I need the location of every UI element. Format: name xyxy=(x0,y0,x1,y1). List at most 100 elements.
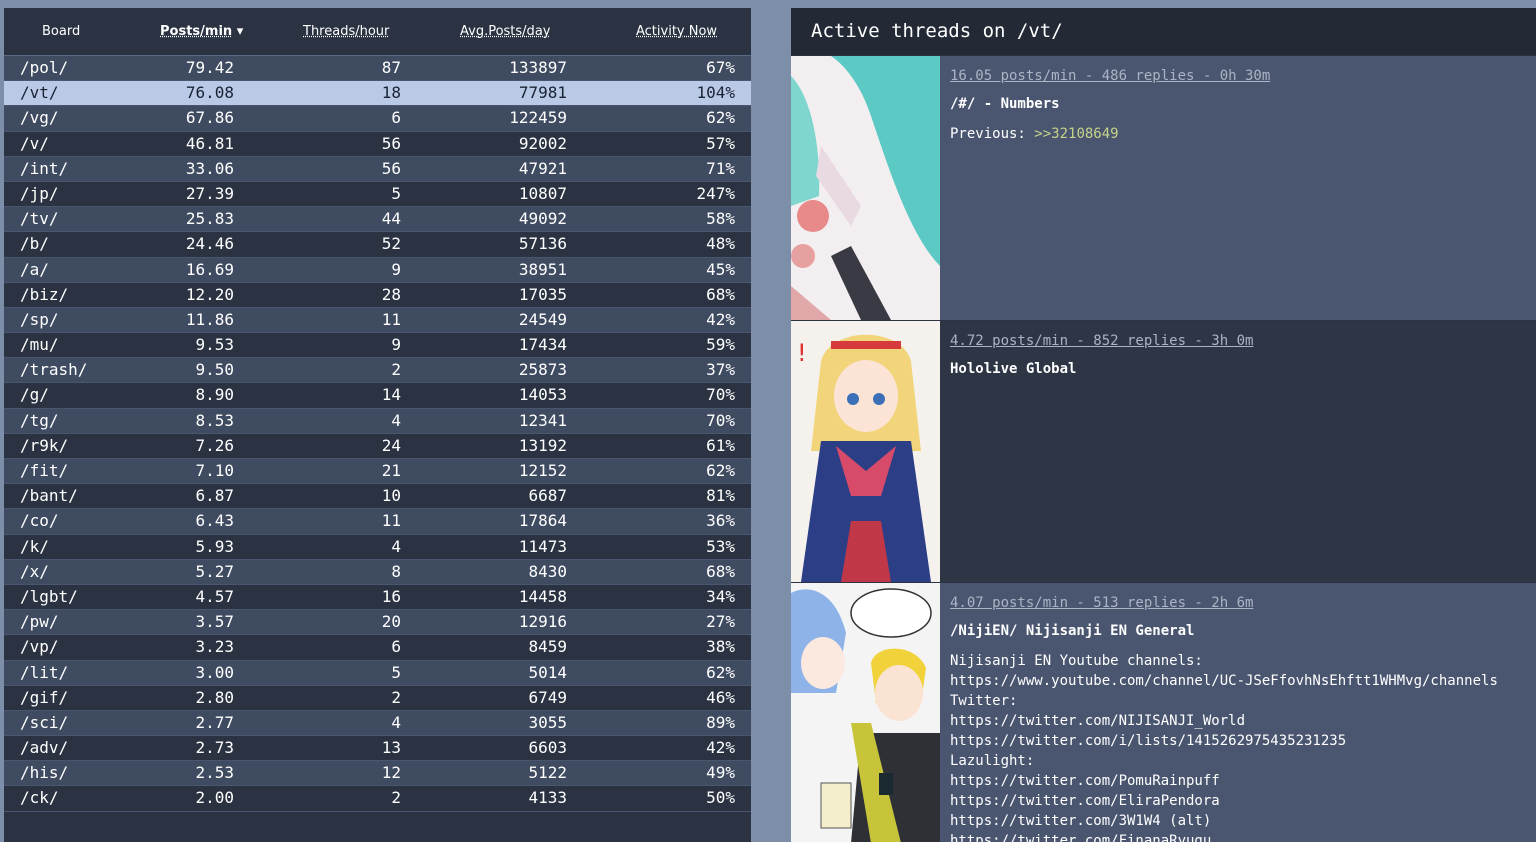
board-link[interactable]: /r9k/ xyxy=(20,436,68,455)
board-link[interactable]: /vt/ xyxy=(20,84,59,102)
board-link[interactable]: /jp/ xyxy=(20,184,59,203)
svg-text:!: ! xyxy=(797,339,807,367)
activity-now-cell: 57% xyxy=(706,133,735,153)
board-link[interactable]: /ck/ xyxy=(20,789,59,807)
posts-per-min-cell: 8.53 xyxy=(195,410,234,430)
board-link[interactable]: /tg/ xyxy=(20,411,59,430)
avg-posts-per-day-cell: 12916 xyxy=(518,612,567,632)
avg-posts-per-day-cell: 38951 xyxy=(518,259,567,279)
posts-per-min-cell: 24.46 xyxy=(185,234,234,254)
table-row[interactable]: /mu/9.53 9 17434 59% xyxy=(4,333,751,359)
threads-per-hour-cell: 11 xyxy=(381,309,401,329)
thread-stats-link[interactable]: 16.05 posts/min - 486 replies - 0h 30m xyxy=(950,68,1270,84)
table-row[interactable]: /int/33.06 56 47921 71% xyxy=(4,156,751,182)
board-link[interactable]: /gif/ xyxy=(20,688,68,707)
table-row[interactable]: /trash/9.50 2 25873 37% xyxy=(4,358,751,384)
board-link[interactable]: /biz/ xyxy=(20,285,68,304)
board-link[interactable]: /his/ xyxy=(20,764,68,782)
header-activity-now[interactable]: Activity Now xyxy=(636,24,717,39)
header-board[interactable]: Board xyxy=(42,24,80,39)
table-row[interactable]: /pol/79.42 87 133897 67% xyxy=(4,56,751,82)
posts-per-min-cell: 9.53 xyxy=(195,335,234,355)
threads-per-hour-cell: 56 xyxy=(381,158,401,178)
table-row[interactable]: /v/46.81 56 92002 57% xyxy=(4,131,751,157)
board-link[interactable]: /lgbt/ xyxy=(20,587,78,606)
board-link[interactable]: /vg/ xyxy=(20,109,59,127)
board-link[interactable]: /adv/ xyxy=(20,739,68,757)
board-link[interactable]: /b/ xyxy=(20,235,49,253)
activity-now-cell: 53% xyxy=(706,536,735,556)
activity-now-cell: 70% xyxy=(706,385,735,405)
header-posts-per-min[interactable]: Posts/min ▾ xyxy=(160,24,243,39)
board-link[interactable]: /lit/ xyxy=(20,663,68,682)
thread-thumbnail[interactable] xyxy=(791,583,940,842)
thread-thumbnail[interactable]: ! xyxy=(791,321,940,582)
table-row[interactable]: /co/6.43 11 17864 36% xyxy=(4,509,751,535)
board-link[interactable]: /bant/ xyxy=(20,487,78,505)
header-avg-posts-per-day[interactable]: Avg.Posts/day xyxy=(460,24,550,39)
board-link[interactable]: /k/ xyxy=(20,537,49,556)
table-row[interactable]: /g/8.90 14 14053 70% xyxy=(4,383,751,409)
board-link[interactable]: /sp/ xyxy=(20,310,59,329)
table-row[interactable]: /lgbt/4.57 16 14458 34% xyxy=(4,584,751,611)
board-link[interactable]: /int/ xyxy=(20,159,68,178)
table-row[interactable]: /pw/3.57 20 12916 27% xyxy=(4,610,751,636)
table-row[interactable]: /vp/3.23 6 8459 38% xyxy=(4,635,751,661)
threads-per-hour-cell: 4 xyxy=(391,536,401,556)
activity-now-cell: 81% xyxy=(706,486,735,506)
posts-per-min-cell: 11.86 xyxy=(185,309,234,329)
board-link[interactable]: /g/ xyxy=(20,386,49,404)
board-link[interactable]: /trash/ xyxy=(20,361,87,379)
posts-per-min-cell: 3.57 xyxy=(195,612,234,632)
table-row[interactable]: /adv/2.73 13 6603 42% xyxy=(4,736,751,762)
posts-per-min-cell: 2.77 xyxy=(195,712,234,732)
table-row[interactable]: /fit/7.10 21 12152 62% xyxy=(4,459,751,485)
board-link[interactable]: /tv/ xyxy=(20,210,59,228)
thread-item[interactable]: 4.07 posts/min - 513 replies - 2h 6m /Ni… xyxy=(791,583,1536,842)
active-threads-panel: Active threads on /vt/ 16.05 posts/min -… xyxy=(791,8,1536,842)
board-link[interactable]: /fit/ xyxy=(20,462,68,480)
quote-link[interactable]: >>32108649 xyxy=(1034,126,1118,142)
table-row[interactable]: /bant/6.87 10 6687 81% xyxy=(4,484,751,510)
table-row[interactable]: /biz/12.20 28 17035 68% xyxy=(4,282,751,308)
thread-item[interactable]: ! 4.72 posts/min - 852 replies - 3h 0m H… xyxy=(791,321,1536,582)
board-link[interactable]: /pol/ xyxy=(20,59,68,77)
thread-subject: /NijiEN/ Nijisanji EN General xyxy=(950,623,1195,639)
thread-item[interactable]: 16.05 posts/min - 486 replies - 0h 30m /… xyxy=(791,56,1536,320)
thread-stats-link[interactable]: 4.72 posts/min - 852 replies - 3h 0m xyxy=(950,333,1253,349)
table-row[interactable]: /b/24.46 52 57136 48% xyxy=(4,232,751,258)
table-row[interactable]: /a/16.69 9 38951 45% xyxy=(4,257,751,283)
thread-subject: /#/ - Numbers xyxy=(950,96,1060,112)
table-row[interactable]: /lit/3.00 5 5014 62% xyxy=(4,660,751,686)
avg-posts-per-day-cell: 12341 xyxy=(518,410,567,430)
board-link[interactable]: /mu/ xyxy=(20,336,59,354)
board-link[interactable]: /pw/ xyxy=(20,613,59,631)
thread-stats-link[interactable]: 4.07 posts/min - 513 replies - 2h 6m xyxy=(950,595,1498,611)
table-row[interactable]: /his/2.53 12 5122 49% xyxy=(4,761,751,787)
table-row[interactable]: /jp/27.39 5 10807 247% xyxy=(4,181,751,208)
board-link[interactable]: /a/ xyxy=(20,260,49,279)
board-link[interactable]: /vp/ xyxy=(20,638,59,656)
table-row[interactable]: /vg/67.86 6 122459 62% xyxy=(4,106,751,132)
board-link[interactable]: /v/ xyxy=(20,134,49,153)
table-row[interactable]: /r9k/7.26 24 13192 61% xyxy=(4,433,751,459)
board-link[interactable]: /x/ xyxy=(20,562,49,581)
board-link[interactable]: /sci/ xyxy=(20,713,68,732)
posts-per-min-cell: 33.06 xyxy=(185,158,234,178)
table-row[interactable]: /gif/2.80 2 6749 46% xyxy=(4,685,751,711)
table-row[interactable]: /sp/11.86 11 24549 42% xyxy=(4,307,751,334)
table-row[interactable]: /k/5.93 4 11473 53% xyxy=(4,534,751,560)
table-row[interactable]: /vt/76.08 18 77981 104% xyxy=(4,81,751,107)
posts-per-min-cell: 67.86 xyxy=(185,108,234,128)
table-row[interactable]: /tg/8.53 4 12341 70% xyxy=(4,408,751,434)
board-link[interactable]: /co/ xyxy=(20,512,59,530)
posts-per-min-cell: 2.00 xyxy=(195,788,234,808)
activity-now-cell: 38% xyxy=(706,637,735,657)
table-row[interactable]: /tv/25.83 44 49092 58% xyxy=(4,207,751,233)
table-row[interactable]: /x/5.27 8 8430 68% xyxy=(4,559,751,585)
thread-thumbnail[interactable] xyxy=(791,56,940,320)
table-row[interactable]: /ck/2.00 2 4133 50% xyxy=(4,786,751,812)
header-threads-per-hour[interactable]: Threads/hour xyxy=(303,24,389,39)
posts-per-min-cell: 6.43 xyxy=(195,511,234,531)
table-row[interactable]: /sci/2.77 4 3055 89% xyxy=(4,710,751,737)
